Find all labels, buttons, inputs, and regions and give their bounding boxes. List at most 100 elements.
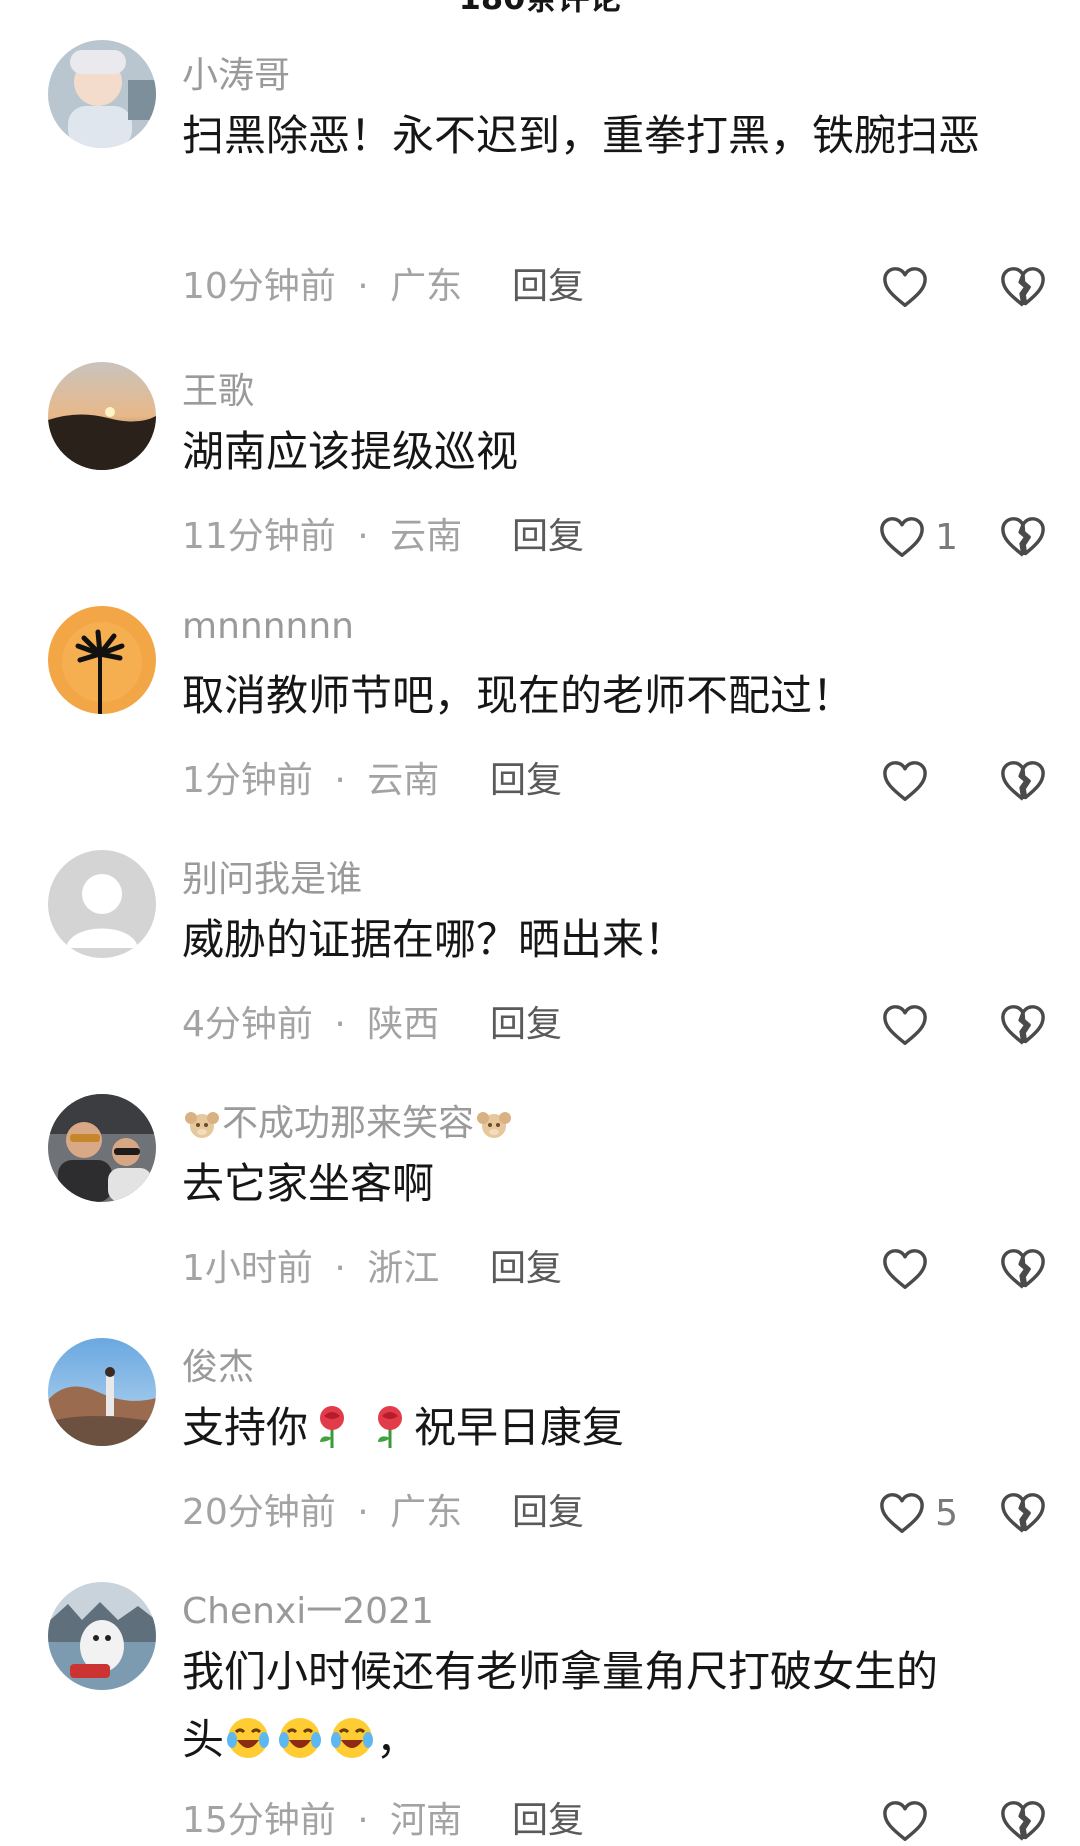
- heart-outline-icon: [880, 1493, 924, 1533]
- comment-location: 云南: [367, 760, 440, 801]
- heart-outline-icon: [883, 267, 927, 307]
- username[interactable]: 不成功那来笑容: [182, 1094, 514, 1147]
- comment-location: 广东: [390, 1492, 463, 1533]
- comment-meta: 1小时前 · 浙江: [182, 1244, 439, 1294]
- reply-button[interactable]: 回复: [512, 512, 584, 562]
- comment-meta: 11分钟前 · 云南: [182, 512, 462, 562]
- username[interactable]: 俊杰: [182, 1338, 254, 1390]
- username-text: 不成功那来笑容: [222, 1103, 475, 1144]
- comment-text: 取消教师节吧，现在的老师不配过！: [182, 671, 855, 720]
- comment-time: 10分钟前: [182, 266, 336, 307]
- username[interactable]: 小涛哥: [182, 46, 290, 98]
- comment-time: 1分钟前: [182, 760, 313, 801]
- tears-of-joy-emoji: [331, 1718, 374, 1758]
- comment-time: 11分钟前: [182, 516, 336, 557]
- tears-of-joy-emoji: [227, 1718, 270, 1758]
- tears-of-joy-emoji: [279, 1718, 322, 1758]
- avatar[interactable]: [48, 362, 156, 470]
- dislike-button[interactable]: [1000, 512, 1046, 562]
- comment-location: 浙江: [367, 1248, 440, 1289]
- comment-time: 1小时前: [182, 1248, 313, 1289]
- avatar[interactable]: [48, 1094, 156, 1202]
- reply-button[interactable]: 回复: [490, 1244, 562, 1294]
- comment-text-line: 头，: [182, 1706, 1012, 1774]
- comment-meta: 10分钟前 · 广东: [182, 262, 462, 312]
- separator: ·: [334, 1004, 346, 1045]
- broken-heart-icon: [1001, 1493, 1045, 1533]
- comment-location: 云南: [390, 516, 463, 557]
- comment-time: 15分钟前: [182, 1800, 336, 1841]
- dislike-button[interactable]: [1000, 756, 1046, 806]
- separator: ·: [357, 1492, 369, 1533]
- heart-outline-icon: [883, 761, 927, 801]
- broken-heart-icon: [1001, 267, 1045, 307]
- like-button[interactable]: [882, 756, 928, 806]
- reply-button[interactable]: 回复: [512, 1488, 584, 1538]
- separator: ·: [334, 1248, 346, 1289]
- comment-location: 广东: [390, 266, 463, 307]
- avatar[interactable]: [48, 1338, 156, 1446]
- comment-meta: 1分钟前 · 云南: [182, 756, 439, 806]
- comment-text: 湖南应该提级巡视: [182, 427, 519, 476]
- avatar[interactable]: [48, 850, 156, 958]
- broken-heart-icon: [1001, 1801, 1045, 1841]
- monkey-emoji: [474, 1104, 514, 1147]
- comment-location: 河南: [390, 1800, 463, 1841]
- reply-button[interactable]: 回复: [490, 1000, 562, 1050]
- comment-text: 威胁的证据在哪？晒出来！: [182, 915, 687, 964]
- comment-time: 4分钟前: [182, 1004, 313, 1045]
- avatar[interactable]: [48, 40, 156, 148]
- broken-heart-icon: [1001, 517, 1045, 557]
- like-count: 1: [935, 516, 958, 558]
- dislike-button[interactable]: [1000, 1488, 1046, 1538]
- comment-text-line: 我们小时候还有老师拿量角尺打破女生的: [182, 1647, 939, 1696]
- separator: ·: [357, 516, 369, 557]
- username[interactable]: 别问我是谁: [182, 850, 362, 902]
- like-button[interactable]: [882, 1796, 928, 1846]
- dislike-button[interactable]: [1000, 262, 1046, 312]
- like-button[interactable]: 1: [879, 512, 958, 562]
- rose-emoji: [378, 1406, 403, 1448]
- comment-meta: 4分钟前 · 陕西: [182, 1000, 439, 1050]
- reply-button[interactable]: 回复: [490, 756, 562, 806]
- comment-meta: 20分钟前 · 广东: [182, 1488, 462, 1538]
- comment-text: 支持你 祝早日康复: [182, 1394, 1012, 1462]
- broken-heart-icon: [1001, 1249, 1045, 1289]
- comment-time: 20分钟前: [182, 1492, 336, 1533]
- heart-outline-icon: [883, 1005, 927, 1045]
- comment-meta: 15分钟前 · 河南: [182, 1796, 462, 1846]
- username[interactable]: 王歌: [182, 362, 254, 414]
- reply-button[interactable]: 回复: [512, 262, 584, 312]
- username[interactable]: mnnnnnn: [182, 606, 354, 647]
- dislike-button[interactable]: [1000, 1796, 1046, 1846]
- like-button[interactable]: [882, 1000, 928, 1050]
- comment-location: 陕西: [367, 1004, 440, 1045]
- like-button[interactable]: [882, 1244, 928, 1294]
- comment-text: 扫黑除恶！永不迟到，重拳打黑，铁腕扫恶: [182, 111, 981, 160]
- avatar[interactable]: [48, 606, 156, 714]
- like-button[interactable]: [882, 262, 928, 312]
- comment-text-part: 祝早日康复: [414, 1403, 625, 1452]
- comments-count-title: 180条评论: [0, 0, 1080, 20]
- like-button[interactable]: 5: [879, 1488, 958, 1538]
- dislike-button[interactable]: [1000, 1244, 1046, 1294]
- avatar[interactable]: [48, 1582, 156, 1690]
- heart-outline-icon: [880, 517, 924, 557]
- comment-text: 我们小时候还有老师拿量角尺打破女生的 头，: [182, 1638, 1012, 1774]
- heart-outline-icon: [883, 1249, 927, 1289]
- comment-text-part: ，: [376, 1715, 419, 1764]
- broken-heart-icon: [1001, 1005, 1045, 1045]
- broken-heart-icon: [1001, 761, 1045, 801]
- reply-button[interactable]: 回复: [512, 1796, 584, 1846]
- dislike-button[interactable]: [1000, 1000, 1046, 1050]
- username[interactable]: Chenxi一2021: [182, 1582, 434, 1634]
- monkey-emoji: [182, 1104, 222, 1147]
- comment-text-part: 头: [182, 1715, 225, 1764]
- comment-text-part: 支持你: [182, 1403, 309, 1452]
- rose-emoji: [320, 1406, 345, 1448]
- separator: ·: [334, 760, 346, 801]
- separator: ·: [357, 1800, 369, 1841]
- separator: ·: [357, 266, 369, 307]
- comment-text: 去它家坐客啊: [182, 1159, 435, 1208]
- like-count: 5: [935, 1492, 958, 1534]
